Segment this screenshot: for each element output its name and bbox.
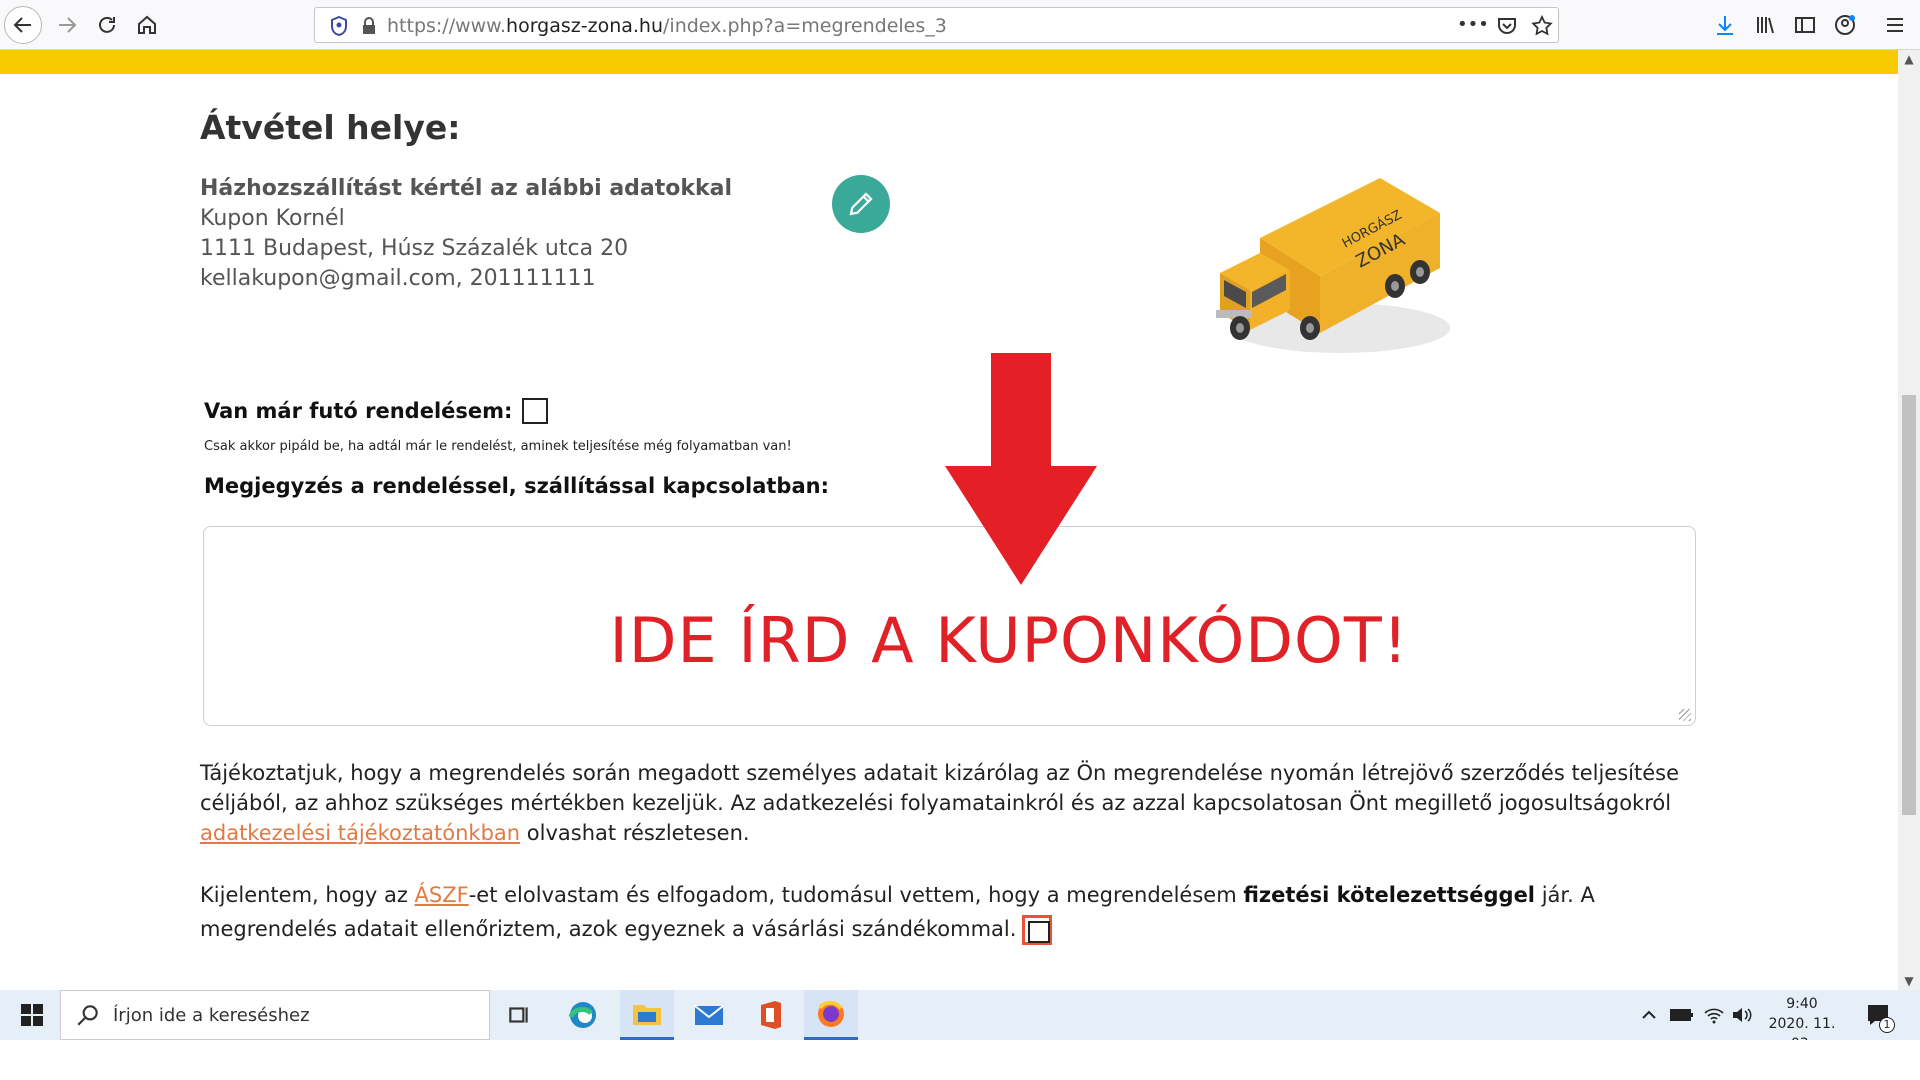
search-icon [77, 1005, 98, 1026]
taskbar-search-box[interactable]: Írjon ide a kereséshez [60, 990, 490, 1040]
clock-time: 9:40 [1786, 996, 1818, 1012]
forward-arrow-icon [59, 17, 77, 33]
library-icon [1757, 17, 1774, 34]
accept-bold-text: fizetési kötelezettséggel [1243, 883, 1536, 907]
url-path: /index.php?a=megrendeles_3 [663, 15, 947, 37]
shield-icon[interactable] [327, 14, 351, 38]
battery-icon [1670, 1009, 1693, 1021]
windows-taskbar: Írjon ide a kereséshez 9:40 2020. 11. 03… [0, 990, 1920, 1052]
search-placeholder: Írjon ide a kereséshez [113, 1004, 310, 1026]
windows-logo-icon [21, 1004, 43, 1026]
privacy-info-paragraph: Tájékoztatjuk, hogy a megrendelés során … [200, 758, 1700, 848]
reload-icon [99, 16, 115, 33]
back-arrow-icon [13, 17, 31, 33]
privacy-info-text-2: olvashat részletesen. [520, 821, 750, 845]
battery-indicator[interactable] [1670, 990, 1694, 1040]
resize-handle-icon[interactable] [1679, 709, 1691, 721]
accept-text-1: Kijelentem, hogy az [200, 883, 415, 907]
speaker-icon [1733, 1008, 1752, 1022]
browser-toolbar: https://www.horgasz-zona.hu/index.php?a=… [0, 0, 1920, 50]
notification-center-button[interactable]: 1 [1866, 990, 1895, 1040]
scroll-down-icon[interactable]: ▼ [1902, 974, 1916, 988]
delivery-address-block: Házhozszállítást kértél az alábbi adatok… [200, 174, 732, 294]
running-order-hint: Csak akkor pipáld be, ha adtál már le re… [204, 439, 792, 454]
account-icon [1835, 15, 1855, 35]
sidebar-button[interactable] [1786, 6, 1824, 44]
taskbar-mail[interactable] [682, 990, 736, 1040]
wifi-indicator[interactable] [1703, 990, 1725, 1040]
notification-count-badge: 1 [1879, 1017, 1895, 1033]
taskbar-file-explorer[interactable] [620, 990, 674, 1040]
bookmark-star-icon[interactable] [1530, 14, 1554, 38]
privacy-info-text-1: Tájékoztatjuk, hogy a megrendelés során … [200, 761, 1680, 815]
folder-icon [633, 1004, 661, 1025]
url-bar[interactable]: https://www.horgasz-zona.hu/index.php?a=… [314, 7, 1559, 43]
sidebar-icon [1795, 17, 1815, 33]
taskbar-office[interactable] [744, 990, 798, 1040]
more-actions-icon[interactable]: ••• [1457, 14, 1489, 35]
page-content: Átvétel helye: Házhozszállítást kértél a… [0, 74, 1898, 990]
url-text[interactable]: https://www.horgasz-zona.hu/index.php?a=… [387, 15, 947, 37]
running-order-row: Van már futó rendelésem: [204, 398, 549, 424]
library-button[interactable] [1746, 6, 1784, 44]
edge-icon [568, 1002, 596, 1028]
lock-icon[interactable] [357, 14, 381, 38]
forward-button[interactable] [48, 6, 86, 44]
home-button[interactable] [128, 6, 166, 44]
firefox-icon [818, 1000, 844, 1027]
terms-accept-paragraph: Kijelentem, hogy az ÁSZF-et elolvastam é… [200, 878, 1700, 946]
header-yellow-band [0, 50, 1898, 74]
home-icon [138, 15, 156, 34]
terms-accept-checkbox[interactable] [1022, 915, 1053, 945]
pocket-icon[interactable] [1495, 14, 1519, 38]
pencil-icon [849, 192, 873, 216]
mail-icon [694, 1005, 724, 1025]
office-icon [761, 1001, 781, 1029]
download-icon [1717, 16, 1733, 35]
url-prefix: https://www. [387, 15, 507, 37]
account-button[interactable] [1826, 6, 1864, 44]
scrollbar-thumb[interactable] [1902, 395, 1916, 815]
start-button[interactable] [10, 990, 54, 1040]
back-button[interactable] [4, 6, 42, 44]
customer-address: 1111 Budapest, Húsz Százalék utca 20 [200, 236, 629, 261]
hamburger-menu-icon [1887, 18, 1903, 32]
show-hidden-icons-button[interactable] [1640, 990, 1658, 1040]
below-taskbar-area [0, 1040, 1920, 1080]
running-order-label: Van már futó rendelésem: [204, 399, 513, 423]
terms-link[interactable]: ÁSZF [415, 883, 469, 907]
delivery-heading: Házhozszállítást kértél az alábbi adatok… [200, 176, 733, 201]
volume-indicator[interactable] [1731, 990, 1753, 1040]
menu-button[interactable] [1876, 6, 1914, 44]
taskbar-firefox[interactable] [804, 990, 858, 1040]
order-note-label: Megjegyzés a rendeléssel, szállítással k… [204, 474, 829, 498]
red-down-arrow-icon [945, 353, 1097, 585]
url-domain: horgasz-zona.hu [506, 15, 664, 37]
customer-name: Kupon Kornél [200, 206, 345, 231]
running-order-checkbox[interactable] [522, 398, 549, 424]
task-view-icon [509, 1007, 528, 1023]
pickup-location-title: Átvétel helye: [200, 108, 461, 147]
reload-button[interactable] [88, 6, 126, 44]
coupon-instruction-overlay: IDE ÍRD A KUPONKÓDOT! [609, 604, 1409, 677]
delivery-truck-illustration: HORGÁSZ ZONA [1216, 178, 1450, 353]
scroll-up-icon[interactable]: ▲ [1902, 52, 1916, 66]
privacy-policy-link[interactable]: adatkezelési tájékoztatónkban [200, 821, 520, 845]
customer-contact: kellakupon@gmail.com, 201111111 [200, 266, 596, 291]
taskbar-edge[interactable] [556, 990, 610, 1040]
task-view-button[interactable] [492, 990, 546, 1040]
wifi-icon [1704, 1008, 1724, 1024]
edit-address-button[interactable] [832, 175, 890, 233]
page-scrollbar[interactable]: ▲ ▼ [1898, 50, 1920, 990]
downloads-button[interactable] [1706, 6, 1744, 44]
accept-text-2: -et elolvastam és elfogadom, tudomásul v… [468, 883, 1244, 907]
chevron-up-icon [1642, 1010, 1656, 1019]
